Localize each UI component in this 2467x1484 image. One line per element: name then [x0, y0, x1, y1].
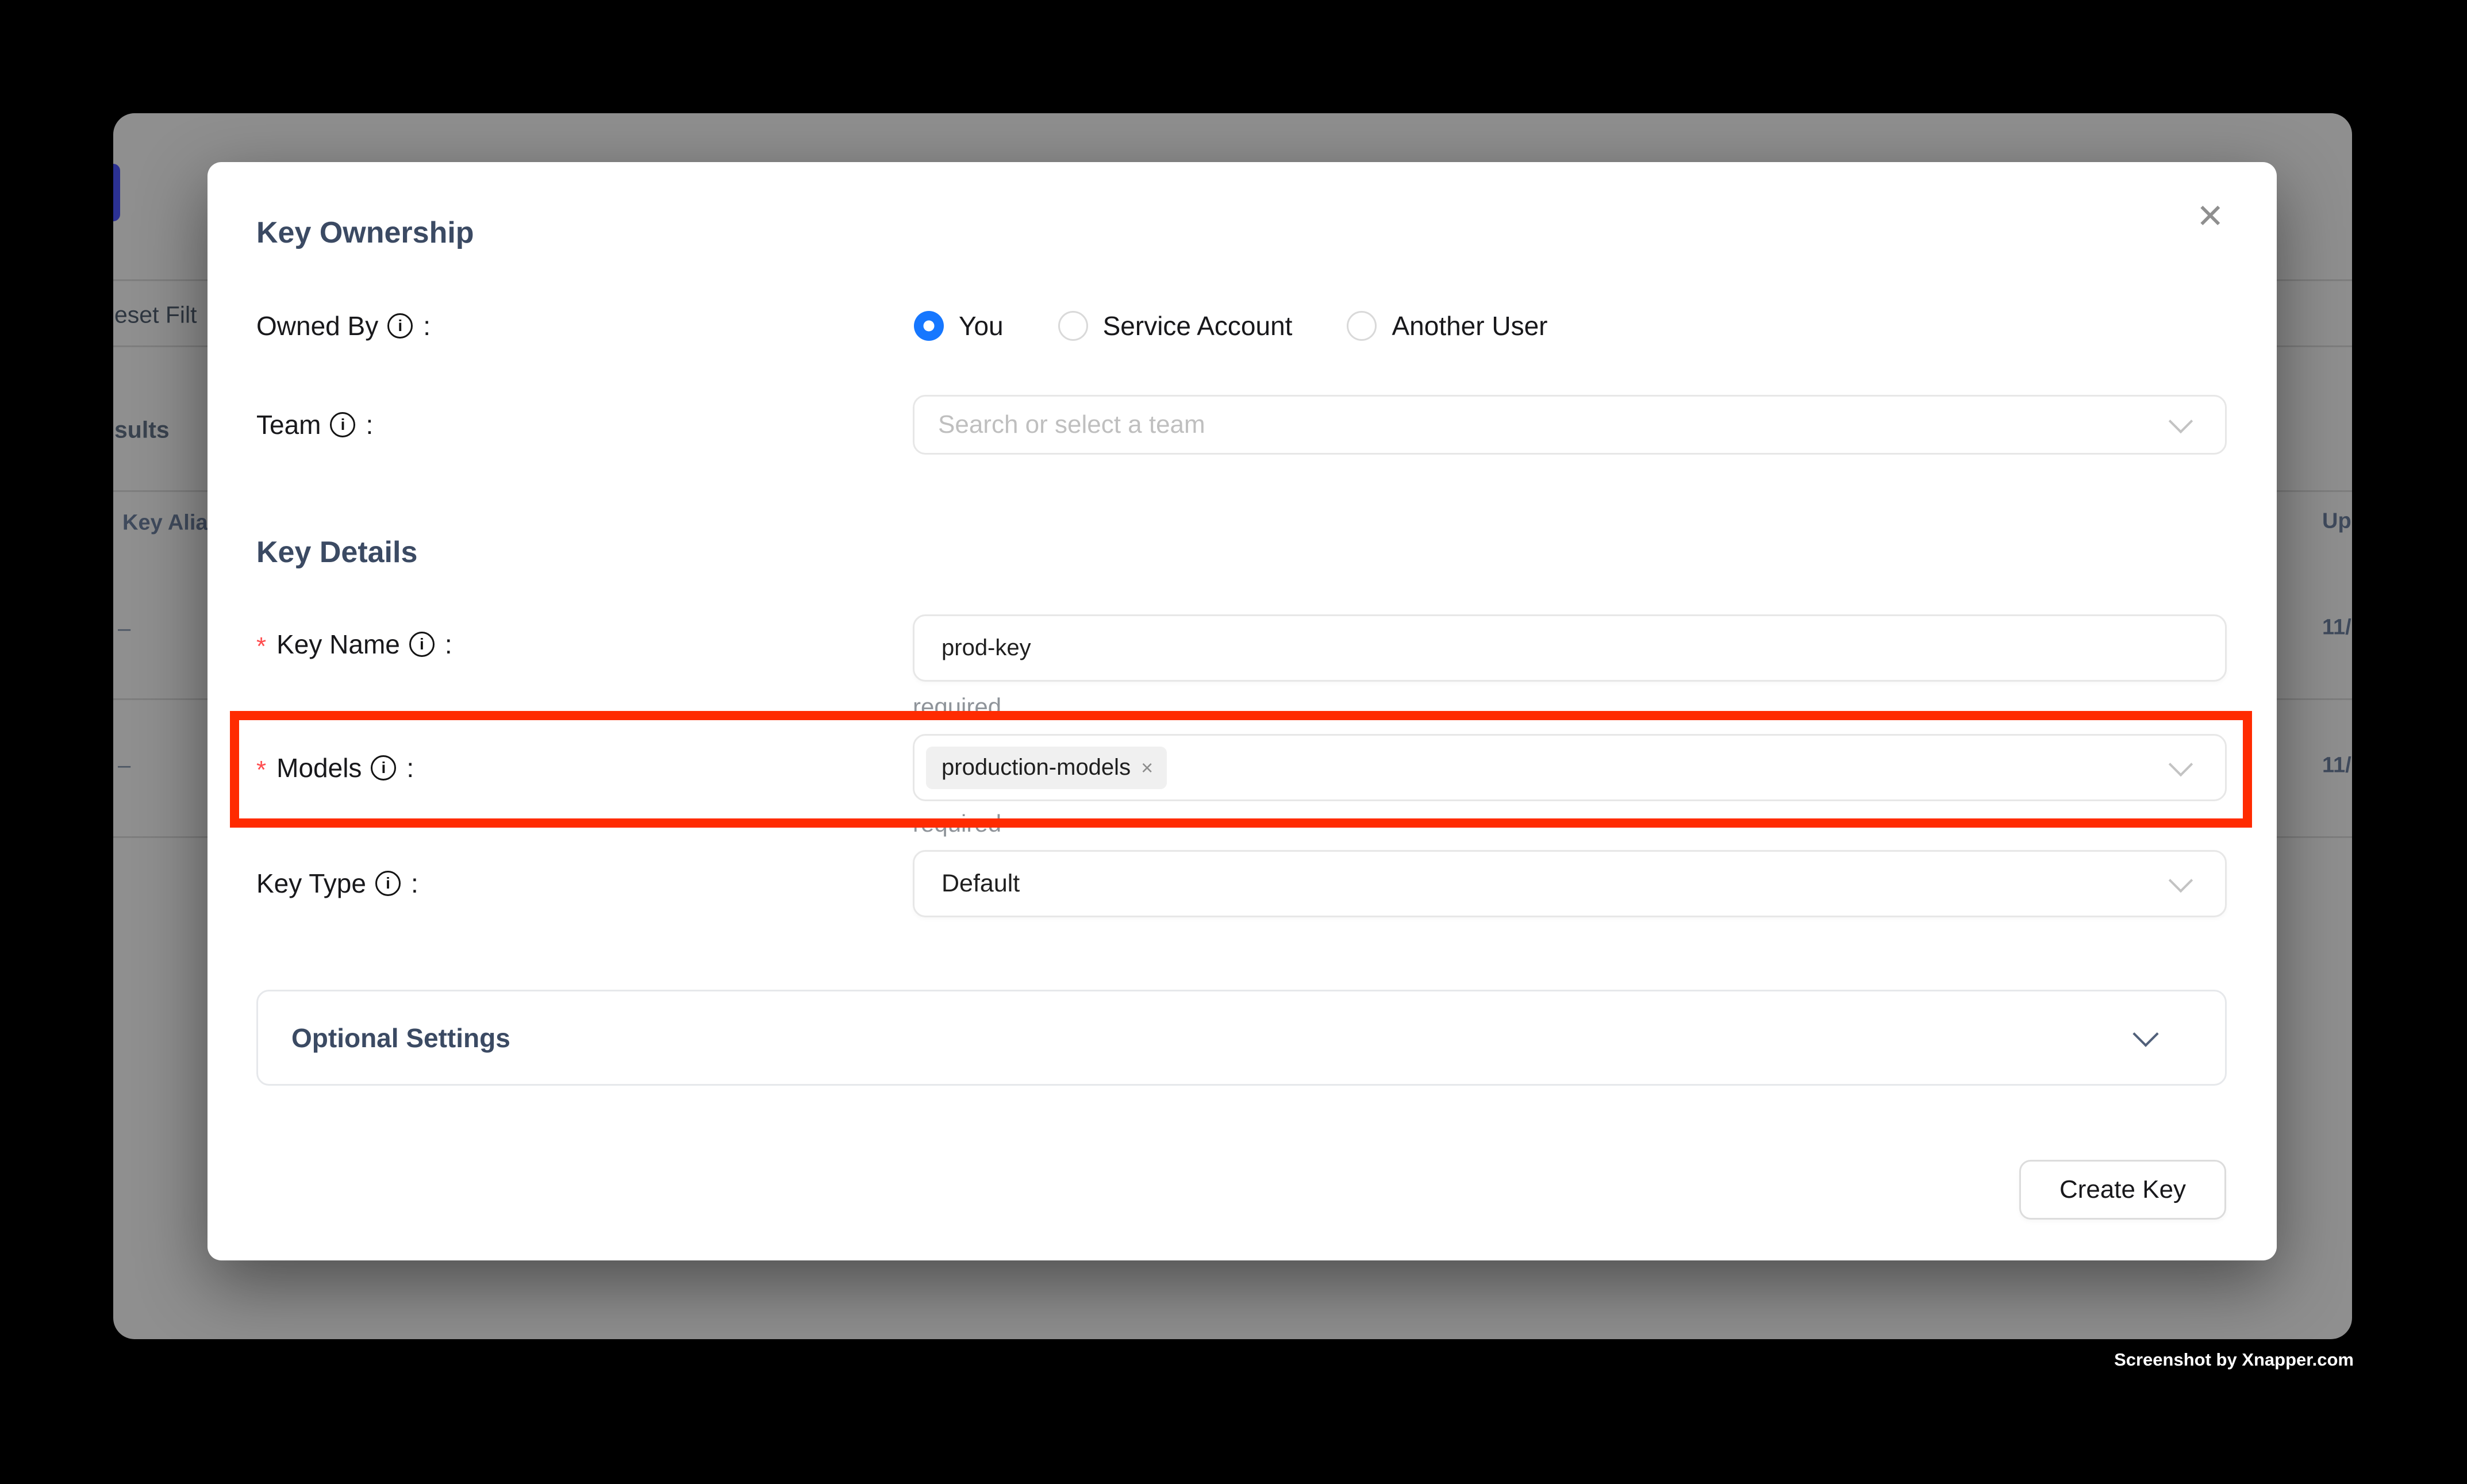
reset-filters-button-fragment[interactable]: eset Filt — [114, 302, 197, 329]
chevron-down-icon — [2132, 1021, 2158, 1047]
key-name-label: * Key Name i : — [256, 629, 452, 660]
key-ownership-section-title: Key Ownership — [256, 216, 474, 250]
key-type-select[interactable]: Default — [913, 850, 2227, 917]
watermark-text: Screenshot by Xnapper.com — [2114, 1350, 2354, 1370]
key-type-label: Key Type i : — [256, 868, 418, 899]
team-label: Team i : — [256, 409, 373, 440]
key-name-value: prod-key — [942, 635, 1031, 661]
info-icon[interactable]: i — [330, 412, 355, 437]
radio-label: Service Account — [1103, 310, 1293, 341]
chevron-down-icon — [2169, 868, 2193, 892]
label-colon: : — [445, 629, 452, 660]
label-colon: : — [423, 310, 431, 341]
table-row-cell: 11/ — [2322, 616, 2351, 640]
table-header-updated: Up — [2322, 509, 2351, 534]
table-header-key-alias: Key Alia — [122, 511, 208, 536]
chevron-down-icon — [2169, 409, 2193, 433]
table-row-cell: – — [118, 616, 130, 642]
radio-option-service-account[interactable]: Service Account — [1058, 310, 1293, 341]
info-icon[interactable]: i — [409, 632, 435, 657]
key-type-label-text: Key Type — [256, 868, 366, 899]
team-select-placeholder: Search or select a team — [938, 410, 1205, 439]
info-icon[interactable]: i — [387, 313, 413, 339]
key-type-value: Default — [942, 870, 1020, 898]
radio-button[interactable] — [1347, 311, 1377, 341]
key-name-input[interactable]: prod-key — [913, 614, 2227, 682]
radio-button-selected[interactable] — [914, 311, 944, 341]
owned-by-label-text: Owned By — [256, 310, 378, 341]
radio-option-you[interactable]: You — [914, 310, 1004, 341]
info-icon[interactable]: i — [375, 871, 401, 896]
required-asterisk: * — [256, 632, 266, 661]
owned-by-label: Owned By i : — [256, 310, 431, 341]
label-colon: : — [411, 868, 418, 899]
key-details-section-title: Key Details — [256, 535, 417, 570]
close-icon[interactable]: ✕ — [2196, 200, 2224, 233]
table-row-cell: 11/ — [2322, 753, 2351, 778]
key-name-label-text: Key Name — [276, 629, 400, 660]
create-key-button[interactable]: Create Key — [2019, 1160, 2226, 1220]
optional-settings-panel[interactable]: Optional Settings — [256, 990, 2227, 1086]
radio-label: You — [959, 310, 1004, 341]
results-count-fragment: sults — [114, 417, 170, 444]
owned-by-radio-group: You Service Account Another User — [914, 310, 1547, 341]
label-colon: : — [366, 409, 373, 440]
radio-button[interactable] — [1058, 311, 1088, 341]
team-select[interactable]: Search or select a team — [913, 395, 2227, 455]
annotation-highlight-box — [230, 711, 2252, 828]
team-label-text: Team — [256, 409, 321, 440]
background-blue-button-fragment — [113, 164, 120, 221]
optional-settings-title: Optional Settings — [291, 1022, 510, 1054]
radio-label: Another User — [1392, 310, 1547, 341]
radio-option-another-user[interactable]: Another User — [1347, 310, 1547, 341]
table-row-cell: – — [118, 753, 130, 779]
